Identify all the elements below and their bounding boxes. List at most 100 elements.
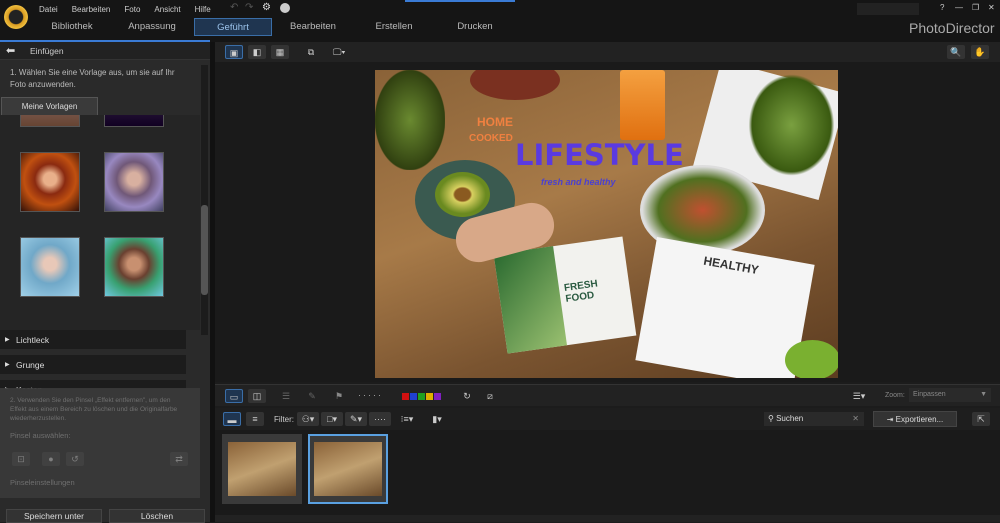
- title-bar: Datei Bearbeiten Foto Ansicht Hilfe ↶ ↷ ⚙ Bi…: [0, 0, 1000, 42]
- tab-erstellen[interactable]: Erstellen: [354, 18, 434, 36]
- template-grid: [0, 115, 200, 330]
- color-labels[interactable]: [402, 392, 442, 402]
- tab-meine-vorlagen[interactable]: Meine Vorlagen: [1, 97, 98, 115]
- color-green[interactable]: [418, 393, 425, 400]
- title-search-box[interactable]: [857, 3, 919, 15]
- brush-add-icon[interactable]: ⊡: [12, 452, 30, 466]
- export-button[interactable]: ⇥ Exportieren...: [873, 411, 957, 427]
- tab-bibliothek[interactable]: Bibliothek: [32, 18, 112, 36]
- search-input[interactable]: ⚲ Suchen ✕: [764, 412, 864, 426]
- section-grunge[interactable]: Grunge: [0, 355, 186, 375]
- tab-bearbeiten[interactable]: Bearbeiten: [273, 18, 353, 36]
- color-red[interactable]: [402, 393, 409, 400]
- template-thumb[interactable]: [104, 152, 164, 212]
- template-thumb[interactable]: [104, 237, 164, 297]
- filter-edit-icon[interactable]: ✎▾: [345, 412, 367, 426]
- back-arrow-icon[interactable]: ⬅: [6, 44, 15, 57]
- color-purple[interactable]: [434, 393, 441, 400]
- overlay-title: LIFESTYLE: [515, 138, 684, 172]
- zoom-magnifier-icon[interactable]: 🔍: [947, 45, 965, 59]
- left-panel: ⬅ Einfügen 1. Wählen Sie eine Vorlage au…: [0, 40, 210, 523]
- progress-line: [405, 0, 515, 2]
- chevron-down-icon: ▼: [980, 391, 987, 398]
- filter-frame-icon[interactable]: □▾: [321, 412, 343, 426]
- menu-foto[interactable]: Foto: [124, 5, 140, 14]
- list-view-icon[interactable]: ≡: [246, 412, 264, 426]
- menu-bar: Datei Bearbeiten Foto Ansicht Hilfe: [39, 4, 225, 14]
- monitor-dropdown-icon[interactable]: 🖵▾: [330, 45, 348, 59]
- juice-glass: [620, 70, 665, 140]
- overlay-home: HOME: [477, 115, 513, 129]
- stack-icon[interactable]: ☰: [277, 389, 295, 403]
- tab-anpassung[interactable]: Anpassung: [112, 18, 192, 36]
- sort-order-icon[interactable]: ⁝≡▾: [398, 412, 416, 426]
- status-bar: [215, 515, 1000, 522]
- filmstrip-item-selected[interactable]: [308, 434, 388, 504]
- hand-pan-icon[interactable]: ✋: [971, 45, 989, 59]
- zoom-label: Zoom:: [885, 392, 905, 399]
- brush-restore-icon[interactable]: ↺: [66, 452, 84, 466]
- rotate-icon[interactable]: ↻: [458, 389, 476, 403]
- filmstrip-view-icon[interactable]: ▬: [223, 412, 241, 426]
- split-view-icon[interactable]: ◫: [248, 389, 266, 403]
- template-thumb[interactable]: [20, 152, 80, 212]
- filmstrip-item[interactable]: [222, 434, 302, 504]
- single-view-icon[interactable]: ▭: [225, 389, 243, 403]
- photo-preview[interactable]: FRESH FOOD HEALTHY HOME COOKED LIFESTYLE…: [375, 70, 838, 378]
- section-lichtleck[interactable]: Lichtleck: [0, 330, 186, 350]
- rating-dots[interactable]: ·····: [358, 390, 383, 400]
- sort-icon[interactable]: ☰▾: [850, 389, 868, 403]
- brush-erase-icon[interactable]: ●: [42, 452, 60, 466]
- close-icon[interactable]: ✕: [988, 3, 995, 12]
- zoom-value: Einpassen: [913, 391, 946, 398]
- template-thumb[interactable]: [104, 115, 164, 127]
- filmstrip: [215, 430, 1000, 515]
- clear-search-icon[interactable]: ✕: [852, 412, 859, 426]
- swap-icon[interactable]: ⇄: [170, 452, 188, 466]
- delete-button[interactable]: Löschen: [109, 509, 205, 523]
- color-blue[interactable]: [410, 393, 417, 400]
- undo-icon[interactable]: ↶: [230, 2, 238, 13]
- color-yellow[interactable]: [426, 393, 433, 400]
- stack-menu-icon[interactable]: ▮▾: [428, 412, 446, 426]
- app-logo: [4, 5, 28, 29]
- search-placeholder: Suchen: [776, 414, 804, 423]
- panel-header: ⬅ Einfügen: [0, 42, 210, 60]
- settings-icon[interactable]: ⚙: [262, 2, 271, 13]
- filter-rating-icon[interactable]: ····: [369, 412, 391, 426]
- zoom-select[interactable]: Einpassen ▼: [909, 388, 991, 402]
- secondary-display-icon[interactable]: ⧉: [302, 45, 320, 59]
- template-thumb[interactable]: [20, 237, 80, 297]
- template-thumb[interactable]: [20, 115, 80, 127]
- view-single-icon[interactable]: ▣: [225, 45, 243, 59]
- step1-text: 1. Wählen Sie eine Vorlage aus, um sie a…: [10, 68, 175, 89]
- filter-label: Filter:: [274, 415, 294, 424]
- book-title: FRESH FOOD: [563, 278, 599, 305]
- panel-scrollbar[interactable]: [201, 65, 208, 335]
- menu-bearbeiten[interactable]: Bearbeiten: [72, 5, 111, 14]
- brush-label: Pinsel auswählen:: [10, 431, 71, 440]
- save-as-button[interactable]: Speichern unter: [6, 509, 102, 523]
- menu-datei[interactable]: Datei: [39, 5, 58, 14]
- paper-title: HEALTHY: [702, 253, 760, 278]
- redo-icon[interactable]: ↷: [245, 2, 253, 13]
- edit-toolbar: ▭ ◫ ☰ ✎ ⚑ ····· ↻ ⧄ ☰▾ Zoom: Einpassen ▼: [215, 384, 1000, 406]
- flag-icon[interactable]: ⚑: [330, 389, 348, 403]
- view-compare-icon[interactable]: ◧: [248, 45, 266, 59]
- view-toolbar: ▣ ◧ ▦ ⧉ 🖵▾ 🔍 ✋: [215, 42, 1000, 62]
- tab-gefuehrt[interactable]: Geführt: [194, 18, 272, 36]
- menu-hilfe[interactable]: Hilfe: [195, 5, 211, 14]
- grid-view-icon[interactable]: ▦: [271, 45, 289, 59]
- crop-icon[interactable]: ⧄: [481, 389, 499, 403]
- filter-people-icon[interactable]: ⚇▾: [297, 412, 319, 426]
- overlay-subtitle: fresh and healthy: [541, 177, 616, 187]
- menu-ansicht[interactable]: Ansicht: [154, 5, 180, 14]
- minimize-icon[interactable]: —: [955, 3, 963, 12]
- edit-pen-icon[interactable]: ✎: [303, 389, 321, 403]
- maximize-icon[interactable]: ❐: [972, 3, 979, 12]
- popout-icon[interactable]: ⇱: [972, 412, 990, 426]
- profile-icon[interactable]: [280, 3, 290, 13]
- tab-drucken[interactable]: Drucken: [435, 18, 515, 36]
- thumb-overlay: [314, 442, 382, 496]
- help-icon[interactable]: ?: [940, 3, 944, 12]
